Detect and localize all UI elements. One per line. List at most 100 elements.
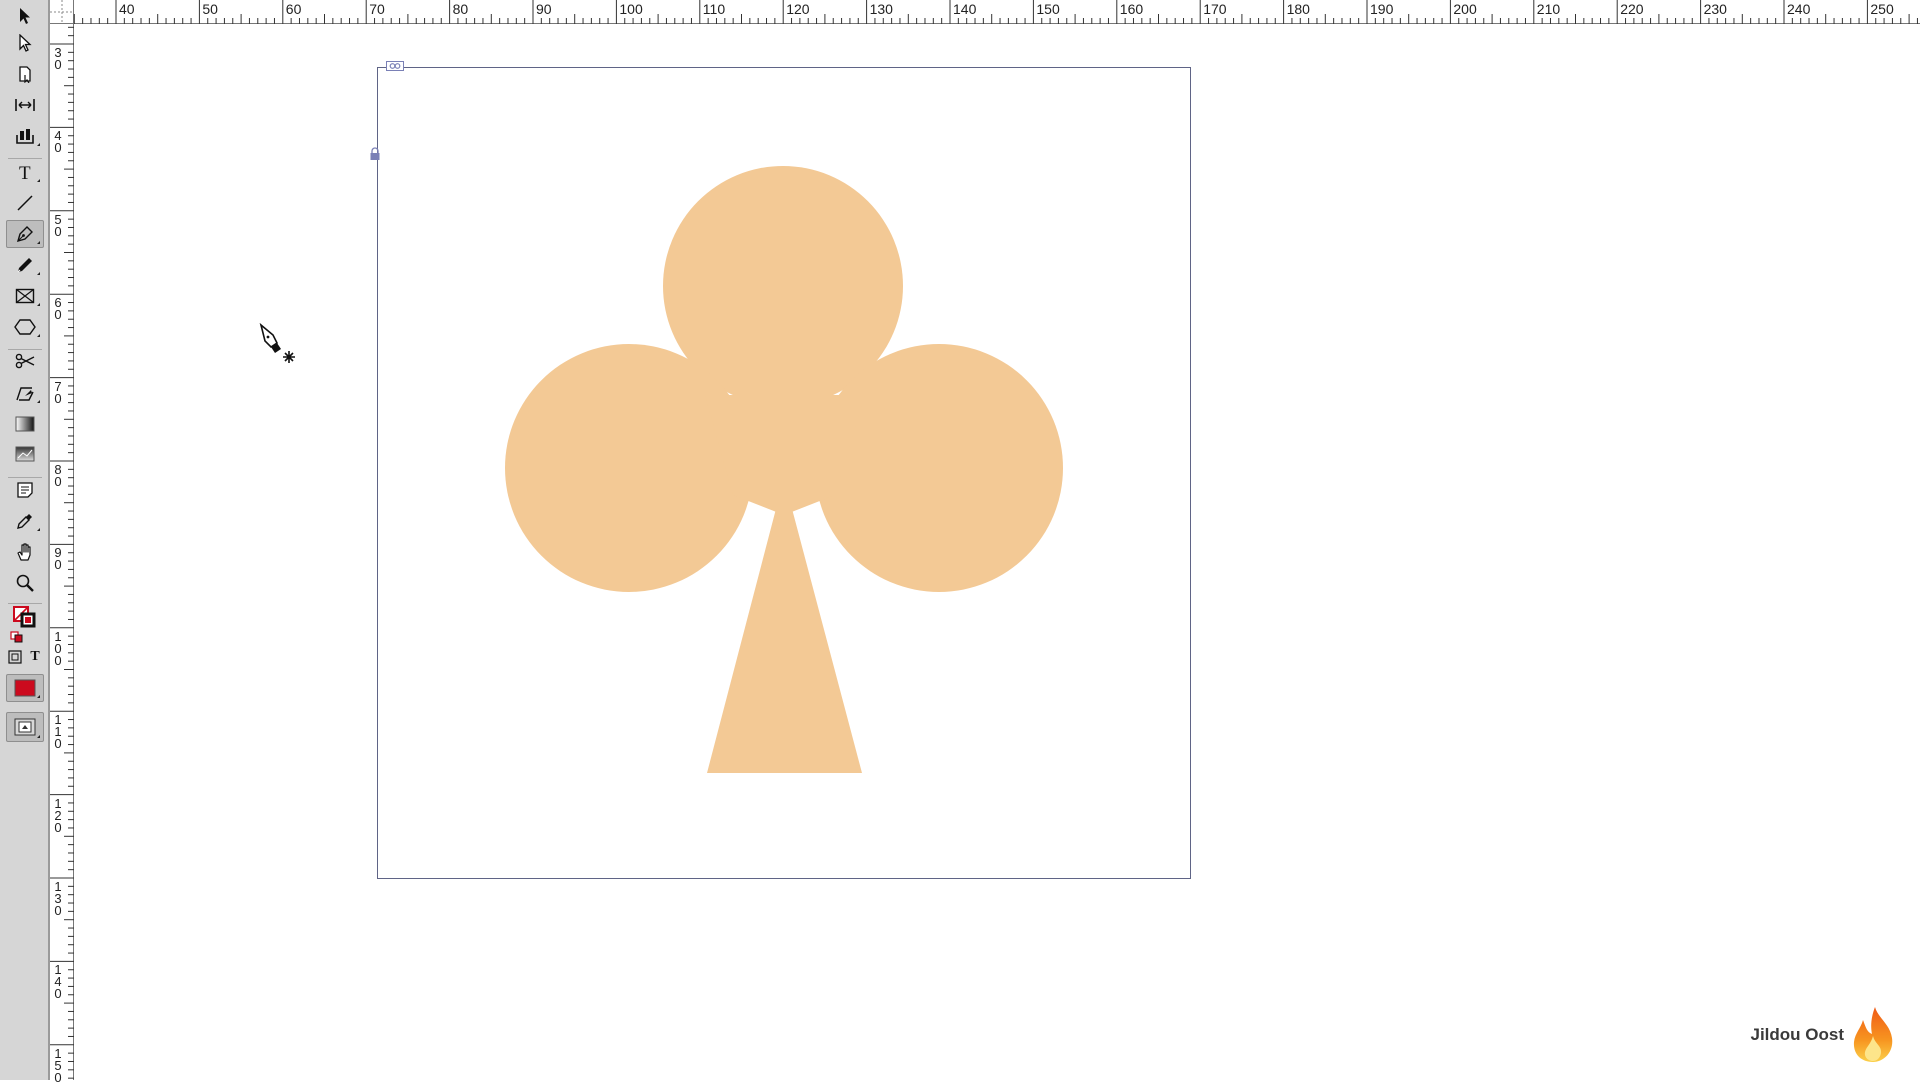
frame-link-icon[interactable] xyxy=(386,61,404,71)
ruler-label: 40 xyxy=(54,128,62,156)
pen-tool-cursor-icon xyxy=(259,323,295,363)
scissors-tool-button[interactable] xyxy=(6,347,44,375)
tool-flyout-indicator xyxy=(37,241,40,244)
direct-selection-arrow-icon xyxy=(17,34,33,52)
content-collector-tool-button[interactable] xyxy=(6,122,44,150)
note-tool-button[interactable] xyxy=(6,476,44,504)
free-transform-icon xyxy=(15,384,35,402)
pen-icon xyxy=(15,224,35,244)
ruler-label: 90 xyxy=(536,1,552,17)
ruler-label: 100 xyxy=(619,1,643,17)
ruler-label: 200 xyxy=(1453,1,1477,17)
zoom-icon xyxy=(15,573,35,593)
gradient-swatch-icon xyxy=(15,416,35,432)
zoom-tool-button[interactable] xyxy=(6,569,44,597)
formatting-affects-text-button[interactable]: T xyxy=(26,646,44,668)
ruler-label: 240 xyxy=(1787,1,1811,17)
club-suit-shape[interactable] xyxy=(505,165,1065,785)
gap-icon xyxy=(14,97,36,113)
apply-color-button[interactable] xyxy=(6,674,44,702)
hand-tool-button[interactable] xyxy=(6,538,44,566)
tool-flyout-indicator xyxy=(37,334,40,337)
free-transform-tool-button[interactable] xyxy=(6,379,44,407)
scissors-icon xyxy=(15,353,35,369)
page-tool-button[interactable] xyxy=(6,60,44,88)
gradient-feather-icon xyxy=(15,446,35,462)
content-collector-icon xyxy=(15,127,35,145)
type-icon: T xyxy=(16,163,34,181)
screen-mode-icon xyxy=(14,718,36,736)
default-fill-stroke-button[interactable] xyxy=(8,628,26,646)
note-icon xyxy=(16,481,34,499)
polygon-icon xyxy=(14,319,36,335)
ruler-label: 100 xyxy=(54,628,62,668)
eyedropper-icon xyxy=(15,511,35,531)
ruler-label: 150 xyxy=(1036,1,1060,17)
type-tool-button[interactable]: T xyxy=(6,158,44,186)
tool-flyout-indicator xyxy=(37,695,40,698)
ruler-label: 170 xyxy=(1203,1,1227,17)
rectangle-frame-icon xyxy=(15,288,35,304)
polygon-tool-button[interactable] xyxy=(6,313,44,341)
ruler-label: 40 xyxy=(119,1,135,17)
gradient-feather-tool-button[interactable] xyxy=(6,440,44,468)
club-left-lobe xyxy=(505,344,753,592)
line-tool-button[interactable] xyxy=(6,189,44,217)
selection-tool-button[interactable] xyxy=(6,2,44,30)
tool-flyout-indicator xyxy=(37,179,40,182)
rectangle-frame-tool-button[interactable] xyxy=(6,282,44,310)
pen-tool-button[interactable] xyxy=(6,220,44,248)
ruler-label: 50 xyxy=(54,211,62,239)
tool-flyout-indicator xyxy=(37,400,40,403)
ruler-label: 120 xyxy=(54,795,62,835)
ruler-label: 130 xyxy=(54,879,62,918)
vertical-ruler[interactable]: 30 40 50 60 70 80 90 100 110 120 130 140 150 xyxy=(50,24,74,1084)
hand-icon xyxy=(15,542,35,562)
ruler-label: 220 xyxy=(1620,1,1644,17)
lock-icon[interactable] xyxy=(369,147,381,161)
ruler-label: 140 xyxy=(953,1,977,17)
ruler-label: 110 xyxy=(54,712,62,752)
container-icon xyxy=(8,650,22,664)
tool-flyout-indicator xyxy=(37,528,40,531)
ruler-label: 180 xyxy=(1287,1,1311,17)
ruler-label: 110 xyxy=(703,1,726,17)
screen-mode-button[interactable] xyxy=(6,712,44,742)
apply-color-swatch xyxy=(14,679,36,697)
fill-stroke-swatch[interactable] xyxy=(6,604,44,630)
flame-logo-icon xyxy=(1853,1007,1893,1062)
ruler-label: 30 xyxy=(54,45,62,72)
ruler-label: 60 xyxy=(286,1,302,17)
page-icon xyxy=(16,65,34,83)
horizontal-ruler[interactable]: 40 50 60 70 80 90 100 110 120 130 140 150 160 170 180 1… xyxy=(73,0,1920,24)
ruler-label: 190 xyxy=(1370,1,1394,17)
text-format-icon: T xyxy=(30,649,40,664)
ruler-label: 250 xyxy=(1870,1,1894,17)
fill-stroke-icon xyxy=(11,605,39,629)
pencil-icon xyxy=(15,255,35,275)
club-right-lobe xyxy=(815,344,1063,592)
tool-flyout-indicator xyxy=(37,735,40,738)
ruler-label: 140 xyxy=(54,962,62,1002)
document-canvas[interactable] xyxy=(75,25,1920,1080)
watermark-name: Jildou Oost xyxy=(1750,1025,1845,1044)
eyedropper-tool-button[interactable] xyxy=(6,507,44,535)
ruler-label: 50 xyxy=(202,1,218,17)
ruler-label: 230 xyxy=(1704,1,1728,17)
formatting-affects-container-button[interactable] xyxy=(6,646,24,668)
pencil-tool-button[interactable] xyxy=(6,251,44,279)
ruler-label: 70 xyxy=(369,1,385,17)
line-icon xyxy=(16,194,34,212)
ruler-origin[interactable] xyxy=(50,0,74,24)
tools-panel: T T xyxy=(0,0,50,1080)
svg-text:T: T xyxy=(19,163,31,181)
ruler-label: 80 xyxy=(54,462,62,489)
ruler-label: 210 xyxy=(1537,1,1561,17)
direct-selection-tool-button[interactable] xyxy=(6,29,44,57)
selection-arrow-icon xyxy=(17,7,33,25)
gradient-swatch-tool-button[interactable] xyxy=(6,410,44,438)
ruler-label: 90 xyxy=(54,545,62,573)
gap-tool-button[interactable] xyxy=(6,91,44,119)
default-colors-icon xyxy=(10,631,24,643)
club-stem xyxy=(707,505,862,773)
